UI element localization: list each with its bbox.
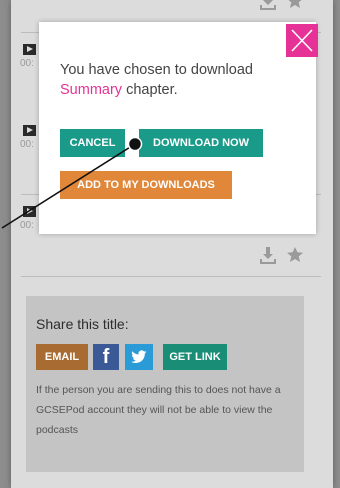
star-icon[interactable]	[286, 246, 304, 264]
get-link-button[interactable]: GET LINK	[163, 344, 227, 370]
star-icon[interactable]	[286, 0, 304, 10]
row-divider	[21, 276, 321, 277]
message-suffix: chapter.	[122, 82, 178, 98]
twitter-bird-icon	[131, 350, 147, 364]
episode-duration: 00:	[20, 139, 34, 150]
play-icon[interactable]	[23, 44, 36, 55]
play-icon[interactable]	[23, 125, 36, 136]
modal-message: You have chosen to download Summary chap…	[60, 60, 300, 100]
add-to-downloads-button[interactable]: ADD TO MY DOWNLOADS	[60, 171, 232, 199]
download-icon[interactable]	[259, 246, 277, 264]
facebook-share-button[interactable]: f	[93, 344, 119, 370]
share-note: If the person you are sending this to do…	[36, 384, 281, 436]
close-icon	[291, 29, 313, 52]
message-prefix: You have chosen to download	[60, 62, 253, 78]
twitter-share-button[interactable]	[125, 344, 153, 370]
chapter-name: Summary	[60, 82, 123, 98]
download-icon[interactable]	[259, 0, 277, 10]
row-actions	[259, 246, 304, 264]
play-icon[interactable]	[23, 206, 36, 217]
episode-duration: 00:	[20, 58, 34, 69]
download-modal: You have chosen to download Summary chap…	[39, 22, 318, 234]
download-now-button[interactable]: DOWNLOAD NOW	[139, 129, 263, 157]
facebook-icon: f	[102, 345, 110, 368]
close-button[interactable]	[286, 24, 318, 57]
row-actions	[259, 0, 304, 10]
cancel-button[interactable]: CANCEL	[60, 129, 125, 157]
email-share-button[interactable]: EMAIL	[36, 344, 88, 370]
share-title: Share this title:	[36, 316, 129, 332]
share-box: Share this title: EMAIL f GET LINK If th…	[26, 296, 304, 472]
episode-duration: 00:	[20, 220, 34, 231]
